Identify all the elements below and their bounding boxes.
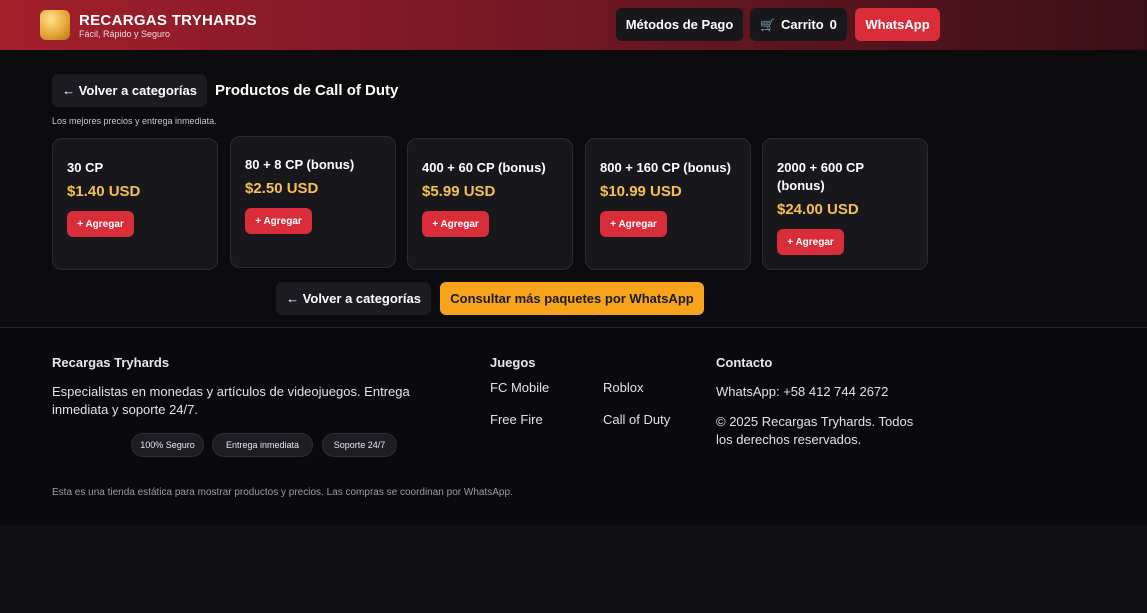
back-to-categories-button-bottom[interactable]: ← Volver a categorías xyxy=(276,282,431,315)
footer-game-link[interactable]: Roblox xyxy=(603,380,643,395)
footer-about-text: Especialistas en monedas y artículos de … xyxy=(52,384,410,417)
footer-note: Esta es una tienda estática para mostrar… xyxy=(52,487,513,498)
payment-methods-button[interactable]: Métodos de Pago xyxy=(616,8,743,41)
chip-support: Soporte 24/7 xyxy=(322,433,397,457)
product-card: 2000 + 600 CP (bonus) $24.00 USD + Agreg… xyxy=(762,138,928,270)
whatsapp-button[interactable]: WhatsApp xyxy=(855,8,940,41)
page-subtitle: Los mejores precios y entrega inmediata. xyxy=(52,116,217,126)
add-to-cart-button[interactable]: + Agregar xyxy=(422,211,489,237)
brand-tagline: Fácil, Rápido y Seguro xyxy=(79,29,171,39)
product-card: 80 + 8 CP (bonus) $2.50 USD + Agregar xyxy=(230,136,396,268)
add-to-cart-button[interactable]: + Agregar xyxy=(600,211,667,237)
brand-title[interactable]: RECARGAS TRYHARDS xyxy=(79,12,257,29)
add-to-cart-button[interactable]: + Agregar xyxy=(777,229,844,255)
product-price: $5.99 USD xyxy=(422,183,496,200)
footer-game-link[interactable]: Free Fire xyxy=(490,412,543,427)
cart-label: Carrito xyxy=(781,17,824,32)
product-price: $10.99 USD xyxy=(600,183,682,200)
product-price: $1.40 USD xyxy=(67,183,141,200)
cart-icon: 🛒 xyxy=(760,17,776,32)
add-to-cart-button[interactable]: + Agregar xyxy=(67,211,134,237)
footer-game-link[interactable]: FC Mobile xyxy=(490,380,549,395)
product-name: 400 + 60 CP (bonus) xyxy=(422,160,546,175)
footer-contact-title: Contacto xyxy=(716,355,773,370)
chip-secure: 100% Seguro xyxy=(131,433,204,457)
product-card: 30 CP $1.40 USD + Agregar xyxy=(52,138,218,270)
brand-logo[interactable] xyxy=(40,10,70,40)
page-bottom-area xyxy=(0,525,1147,613)
footer-copyright: © 2025 Recargas Tryhards. Todos los dere… xyxy=(716,414,914,447)
back-to-categories-button[interactable]: ← Volver a categorías xyxy=(52,74,207,107)
footer-game-link[interactable]: Call of Duty xyxy=(603,412,670,427)
product-name: 2000 + 600 CP (bonus) xyxy=(777,160,864,193)
footer-about-title: Recargas Tryhards xyxy=(52,355,170,370)
page-title: Productos de Call of Duty xyxy=(215,82,399,99)
consult-whatsapp-button[interactable]: Consultar más paquetes por WhatsApp xyxy=(440,282,704,315)
cart-count: 0 xyxy=(829,17,837,32)
product-name: 80 + 8 CP (bonus) xyxy=(245,157,355,172)
cart-button[interactable]: 🛒 Carrito 0 xyxy=(750,8,847,41)
product-card: 400 + 60 CP (bonus) $5.99 USD + Agregar xyxy=(407,138,573,270)
chip-delivery: Entrega inmediata xyxy=(212,433,313,457)
footer-games-title: Juegos xyxy=(490,355,536,370)
add-to-cart-button[interactable]: + Agregar xyxy=(245,208,312,234)
product-price: $2.50 USD xyxy=(245,180,319,197)
product-name: 800 + 160 CP (bonus) xyxy=(600,160,731,175)
product-card: 800 + 160 CP (bonus) $10.99 USD + Agrega… xyxy=(585,138,751,270)
top-header: RECARGAS TRYHARDS Fácil, Rápido y Seguro… xyxy=(0,0,1147,50)
product-price: $24.00 USD xyxy=(777,201,859,218)
footer-contact-whatsapp[interactable]: WhatsApp: +58 412 744 2672 xyxy=(716,383,888,401)
product-name: 30 CP xyxy=(67,160,104,175)
